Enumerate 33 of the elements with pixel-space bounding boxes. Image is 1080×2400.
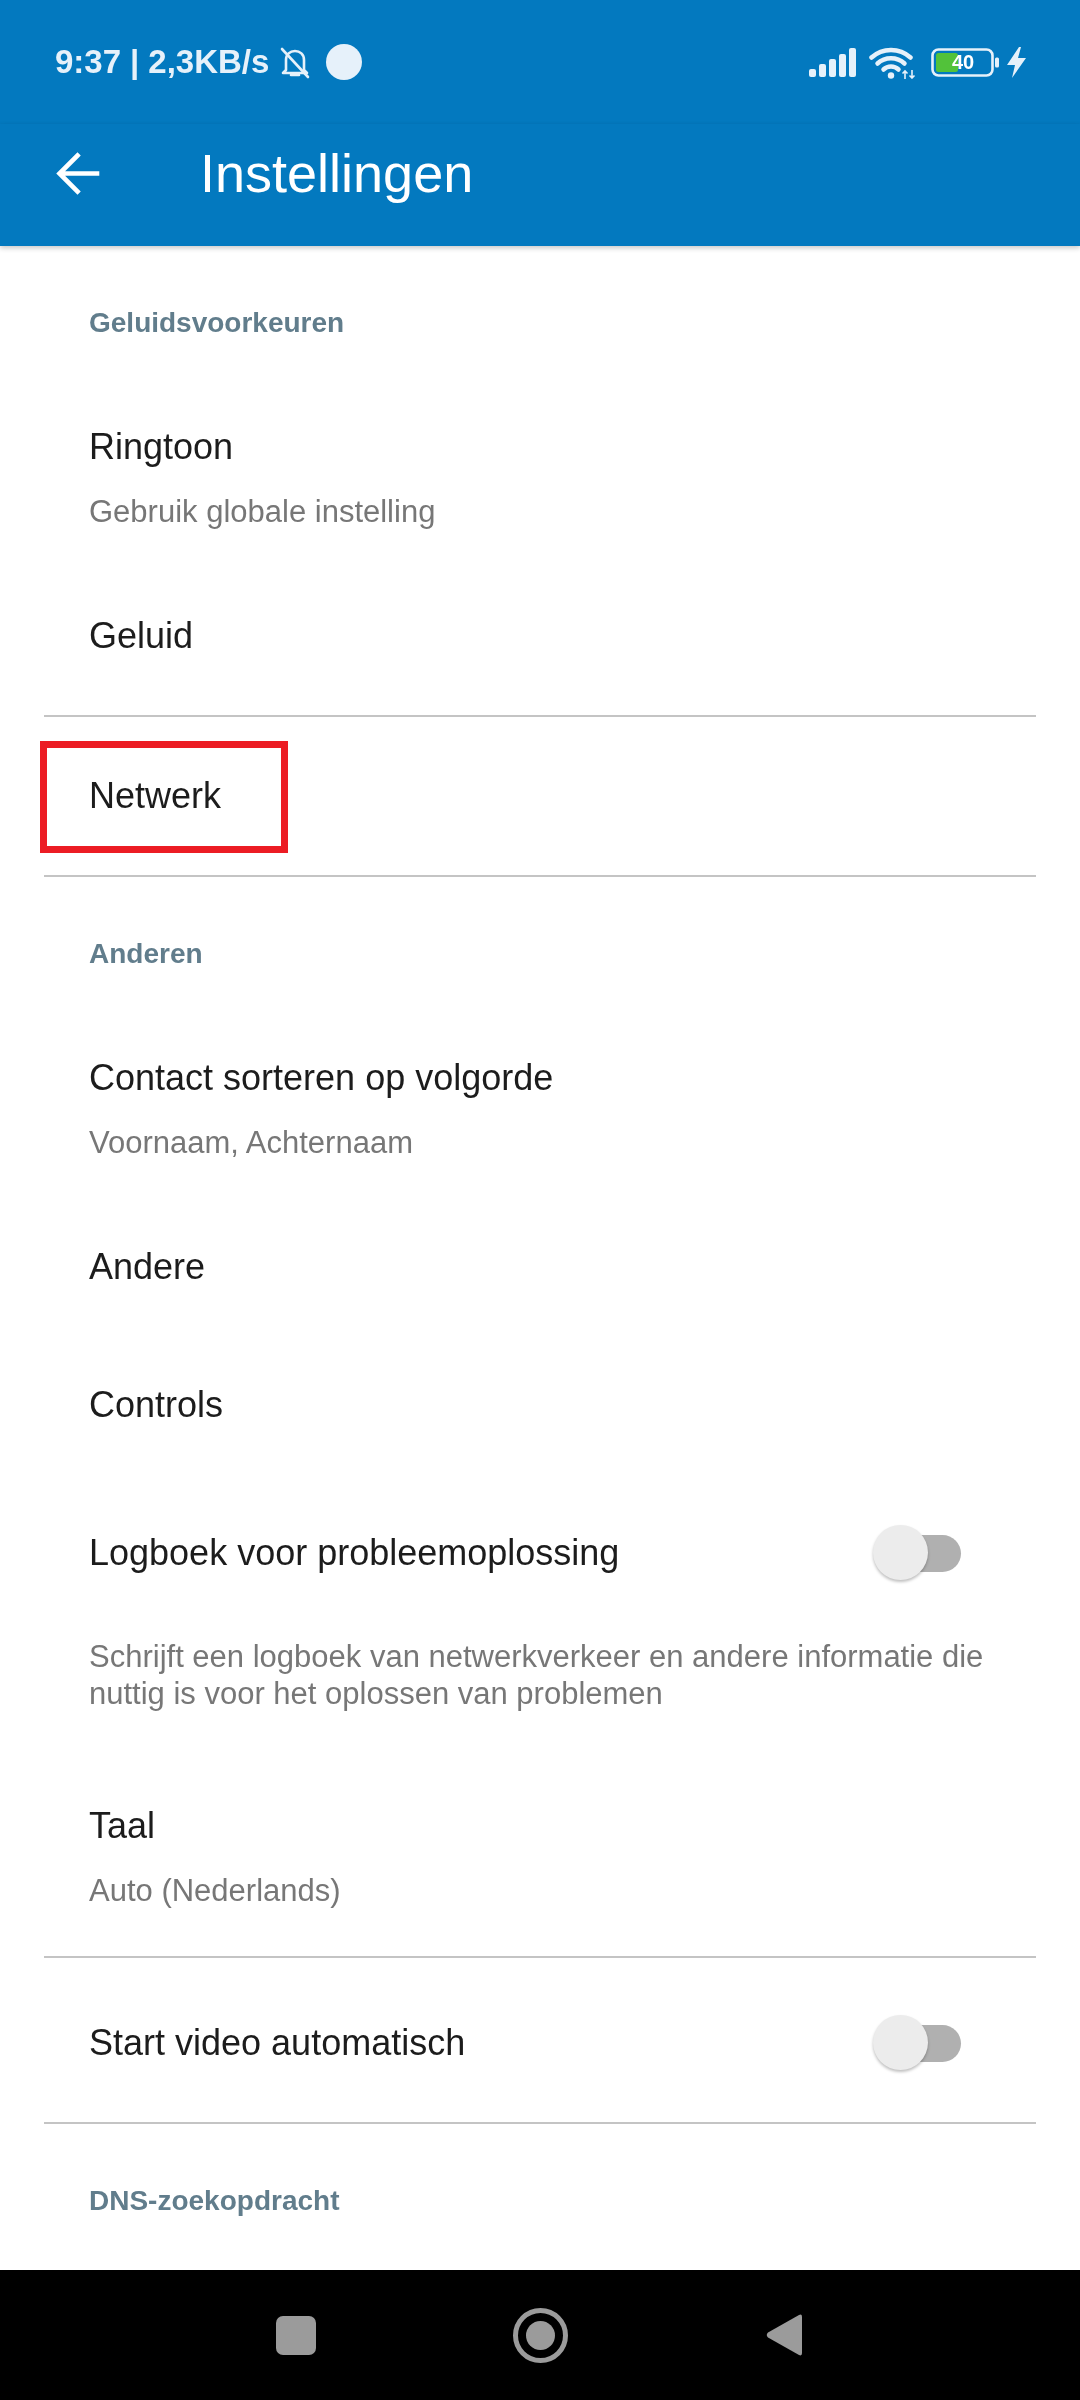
category-header: DNS-zoekopdracht: [89, 2184, 340, 2218]
back-icon[interactable]: [765, 2312, 803, 2358]
battery-percentage: 40: [950, 50, 976, 74]
wifi-icon: [869, 45, 916, 79]
setting-title[interactable]: Andere: [89, 1245, 206, 1289]
toggle-switch[interactable]: [873, 2015, 961, 2071]
category-header: Anderen: [89, 937, 203, 971]
setting-summary: Auto (Nederlands): [89, 1872, 341, 1910]
setting-title[interactable]: Controls: [89, 1383, 224, 1427]
setting-title[interactable]: Start video automatisch: [89, 2021, 466, 2065]
battery-icon: [931, 47, 1000, 77]
home-icon[interactable]: [512, 2307, 568, 2363]
status-time: 9:37: [55, 42, 122, 82]
setting-summary: Schrijft een logboek van netwerkverkeer en andere informatie die nuttig is voor het oplossen van problemen: [89, 1638, 985, 1712]
setting-summary: Voornaam, Achternaam: [89, 1124, 413, 1162]
setting-summary: Gebruik globale instelling: [89, 493, 436, 531]
status-separator: |: [130, 42, 140, 82]
network-speed: 2,3KB/s: [148, 42, 270, 82]
toggle-switch[interactable]: [873, 1525, 961, 1581]
setting-title[interactable]: Contact sorteren op volgorde: [89, 1056, 554, 1100]
setting-title[interactable]: Geluid: [89, 614, 194, 658]
recent-apps-icon[interactable]: [276, 2315, 316, 2355]
back-arrow-icon: [55, 151, 100, 195]
status-dot-icon: [326, 44, 363, 80]
signal-icon: [809, 47, 857, 77]
back-button[interactable]: [55, 151, 100, 195]
setting-title[interactable]: Logboek voor probleemoplossing: [89, 1531, 620, 1575]
setting-title[interactable]: Netwerk: [89, 774, 222, 818]
screen-title: Instellingen: [200, 142, 474, 205]
category-header: Geluidsvoorkeuren: [89, 306, 345, 340]
setting-title[interactable]: Taal: [89, 1804, 156, 1848]
charging-bolt-icon: [1007, 46, 1026, 78]
setting-title[interactable]: Ringtoon: [89, 425, 234, 469]
